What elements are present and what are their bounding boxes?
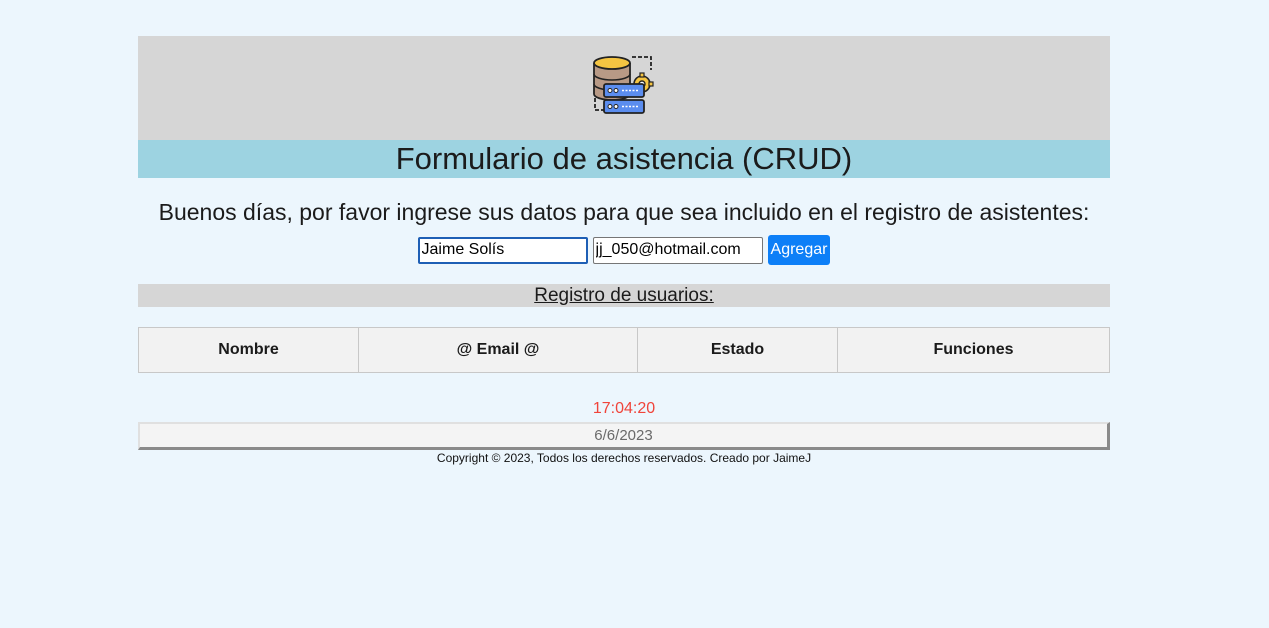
column-header-status: Estado	[637, 327, 838, 373]
name-input[interactable]	[417, 236, 588, 264]
date-display: 6/6/2023	[138, 422, 1110, 450]
users-table: Nombre @ Email @ Estado Funciones	[138, 327, 1110, 373]
column-header-functions: Funciones	[837, 327, 1110, 373]
attendee-form: Agregar	[138, 235, 1110, 265]
logo-band	[138, 36, 1110, 140]
table-header-row: Nombre @ Email @ Estado Funciones	[138, 327, 1110, 373]
page-title: Formulario de asistencia (CRUD)	[138, 140, 1110, 178]
registry-title: Registro de usuarios:	[138, 284, 1110, 307]
column-header-name: Nombre	[138, 327, 359, 373]
email-input[interactable]	[592, 236, 763, 264]
database-server-gear-icon	[592, 54, 656, 123]
copyright-text: Copyright © 2023, Todos los derechos res…	[436, 451, 812, 465]
page-container: Formulario de asistencia (CRUD) Buenos d…	[138, 36, 1110, 466]
clock-time: 17:04:20	[592, 400, 656, 417]
column-header-email: @ Email @	[358, 327, 638, 373]
add-button[interactable]: Agregar	[767, 235, 831, 265]
greeting-text: Buenos días, por favor ingrese sus datos…	[158, 199, 1090, 225]
